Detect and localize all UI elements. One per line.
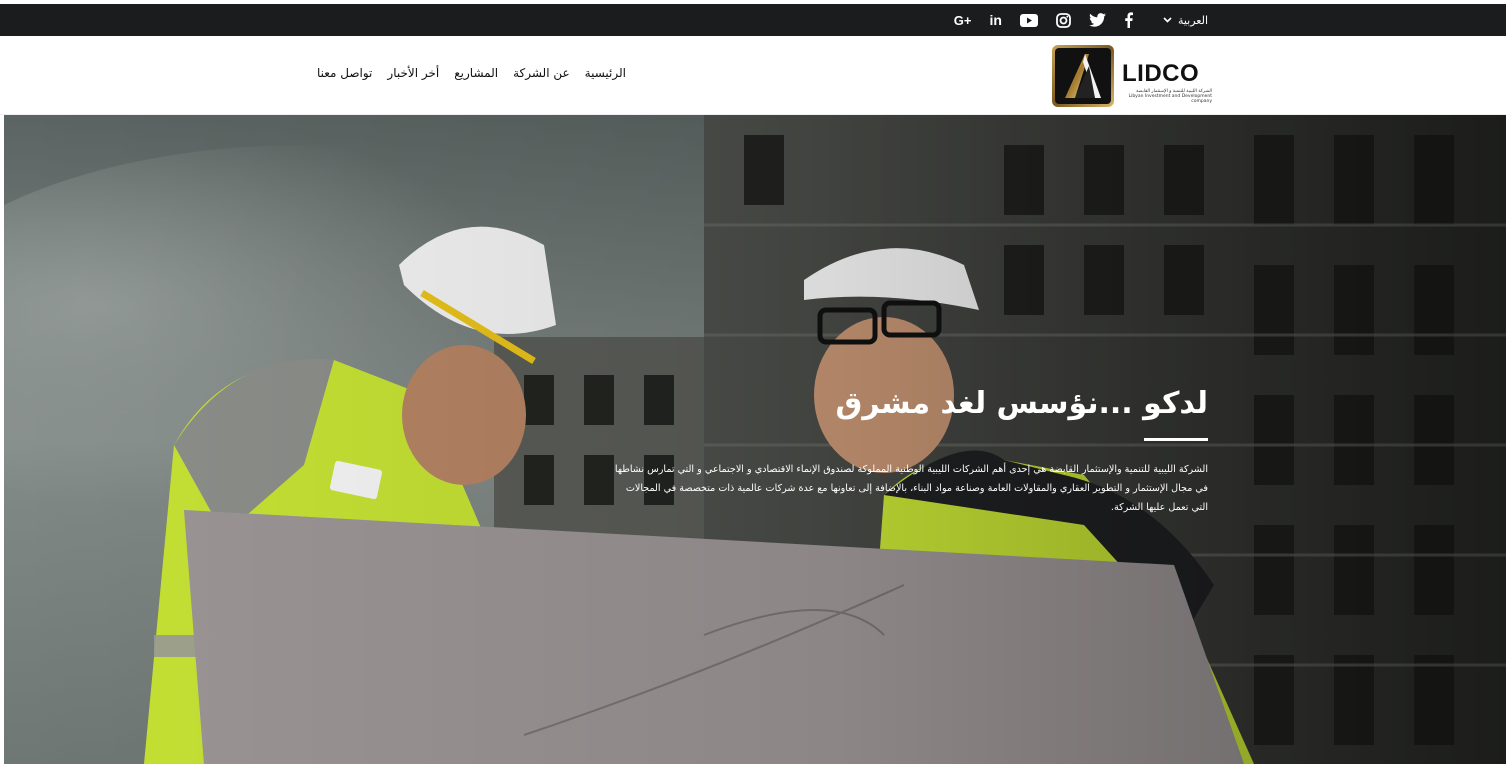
nav-item-about[interactable]: عن الشركة — [513, 66, 570, 80]
google-plus-icon[interactable]: G+ — [954, 10, 972, 30]
logo-wordmark: LIDCO — [1122, 60, 1200, 87]
logo-subtitle-en: Libyan Investment and Development compan… — [1128, 94, 1212, 104]
chevron-down-icon — [1163, 15, 1172, 26]
social-links: G+ in — [954, 10, 1133, 30]
instagram-icon[interactable] — [1056, 10, 1071, 30]
language-selector[interactable]: العربية — [1163, 14, 1208, 27]
nav-item-home[interactable]: الرئيسية — [585, 66, 626, 80]
linkedin-icon[interactable]: in — [989, 10, 1001, 30]
site-header: الرئيسية عن الشركة المشاريع أخر الأخبار … — [0, 36, 1506, 115]
hero-banner: لدكو ...نؤسس لغد مشرق الشركة الليبية للت… — [4, 115, 1506, 764]
hero-title: لدكو ...نؤسس لغد مشرق — [835, 386, 1208, 421]
nav-item-news[interactable]: أخر الأخبار — [387, 66, 439, 80]
nav-item-contact[interactable]: تواصل معنا — [317, 66, 372, 80]
facebook-icon[interactable] — [1124, 10, 1133, 30]
hero-divider — [1144, 438, 1208, 441]
company-logo[interactable]: LIDCO الشركة الليبية للتنمية و الإستثمار… — [1052, 44, 1212, 108]
nav-item-projects[interactable]: المشاريع — [454, 66, 498, 80]
hero-photo — [4, 115, 1506, 764]
main-nav: الرئيسية عن الشركة المشاريع أخر الأخبار … — [317, 66, 626, 80]
twitter-icon[interactable] — [1089, 10, 1106, 30]
hero-description: الشركة الليبية للتنمية والإستثمار القابض… — [614, 464, 1208, 513]
logo-subtitle: الشركة الليبية للتنمية و الإستثمار القاب… — [1122, 89, 1212, 104]
language-label: العربية — [1177, 13, 1208, 27]
logo-mark-icon — [1052, 45, 1114, 107]
top-bar: G+ in العربية — [0, 4, 1506, 36]
youtube-icon[interactable] — [1019, 10, 1038, 30]
